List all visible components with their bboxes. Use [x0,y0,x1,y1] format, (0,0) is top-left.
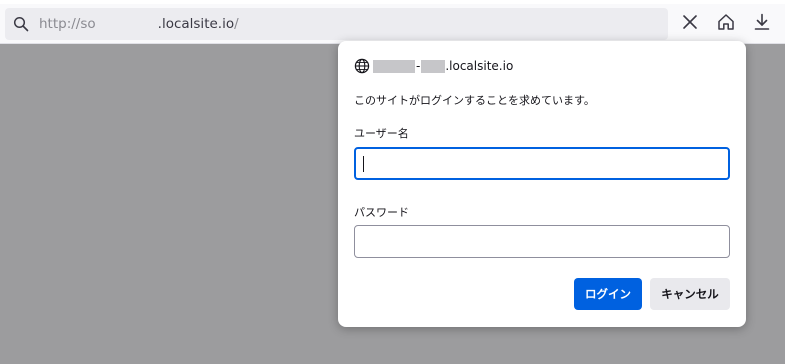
password-label: パスワード [354,206,409,219]
login-button[interactable]: ログイン [574,278,642,310]
text-caret [363,156,364,172]
url-text[interactable]: http://so .localsite.io/ [39,16,239,32]
url-suffix: / [234,16,239,32]
globe-icon [354,58,370,74]
url-prefix: http://so [39,16,96,32]
url-host: .localsite.io [157,16,235,32]
url-bar[interactable]: http://so .localsite.io/ [5,8,668,40]
toolbar-top-strip [0,0,785,4]
dialog-origin: - .localsite.io [354,57,513,75]
login-dialog: - .localsite.io このサイトがログインすることを求めています。 ユ… [338,41,746,327]
search-icon [13,16,29,32]
origin-host: .localsite.io [445,59,514,73]
login-prompt: このサイトがログインすることを求めています。 [354,94,595,107]
username-field[interactable] [354,147,730,180]
close-icon[interactable] [680,12,700,32]
cancel-button[interactable]: キャンセル [650,278,730,310]
home-icon[interactable] [716,12,736,32]
origin-separator: - [416,59,421,73]
username-label: ユーザー名 [354,127,409,140]
download-icon[interactable] [752,12,772,32]
origin-redacted-segment [421,59,446,73]
browser-toolbar: http://so .localsite.io/ [0,0,785,44]
origin-redacted-segment [373,59,415,73]
password-field[interactable] [354,225,730,258]
